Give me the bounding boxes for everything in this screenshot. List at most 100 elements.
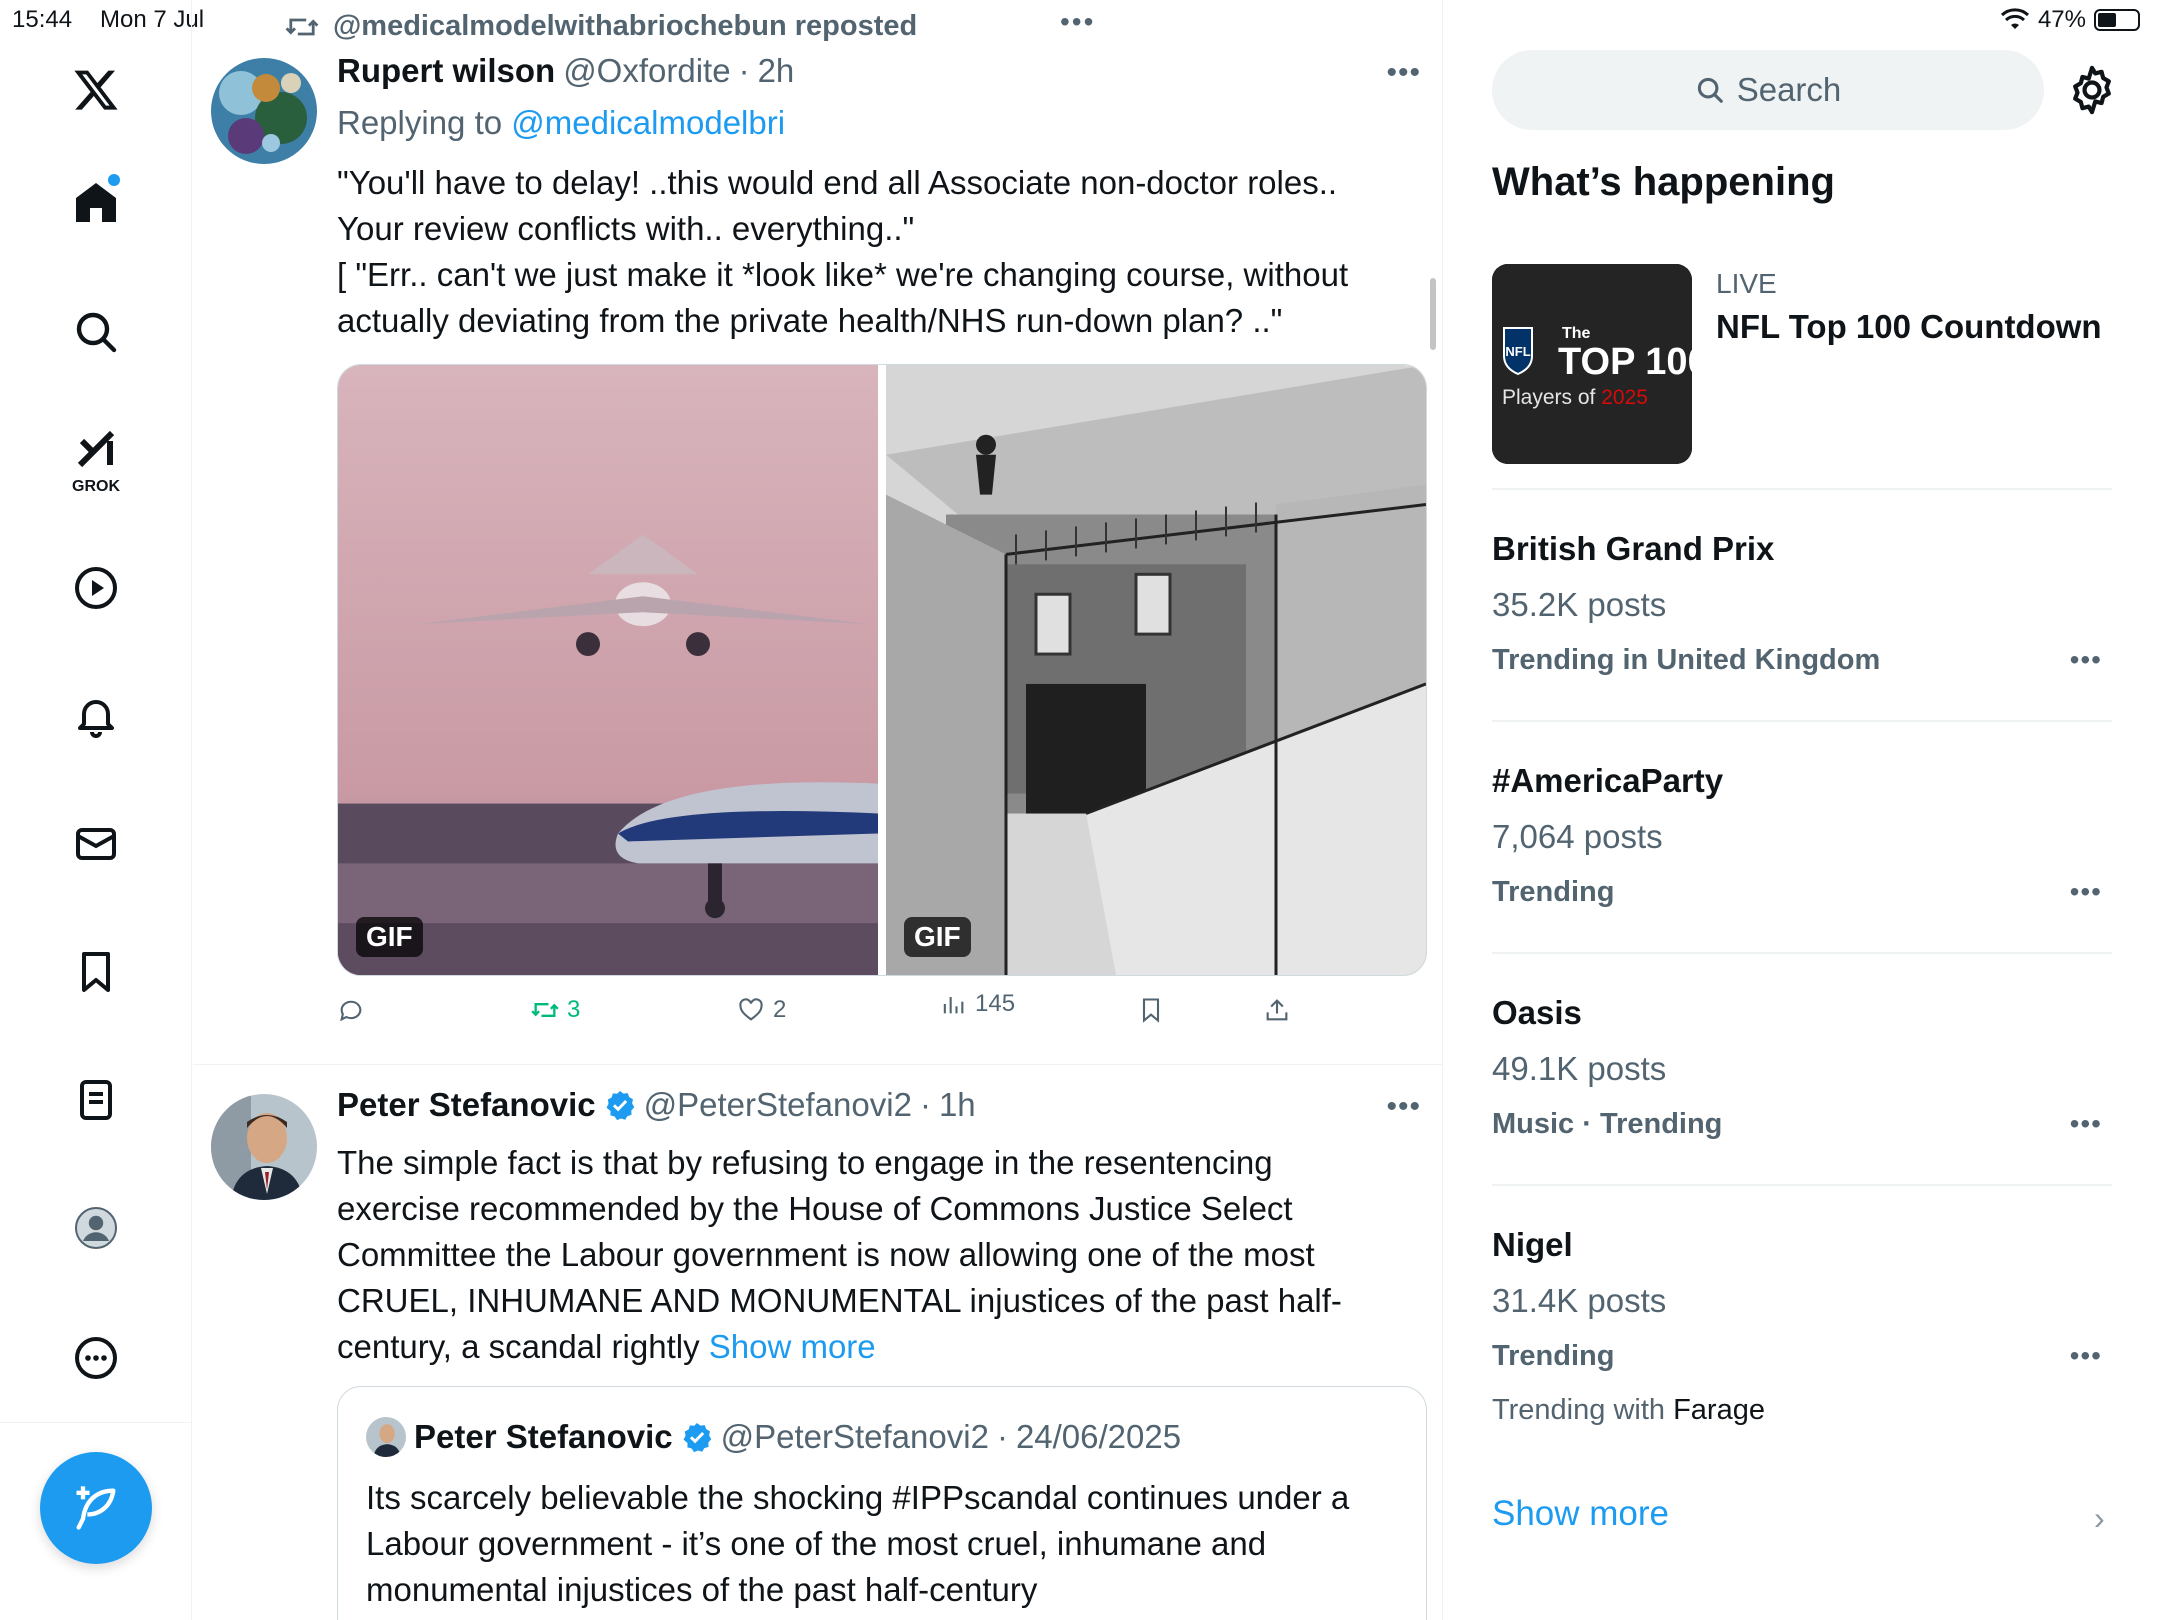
trend-more-icon[interactable]: ••• bbox=[2070, 876, 2102, 908]
right-sidebar: Search What’s happening NFL The TOP 100 … bbox=[1444, 0, 2160, 1620]
quoted-tweet[interactable]: Peter Stefanovic @PeterStefanovi2 · 24/0… bbox=[337, 1386, 1427, 1620]
grok-label: GROK bbox=[72, 478, 120, 495]
tweet-peter-stefanovic[interactable]: Peter Stefanovic @PeterStefanovi2 · 1h •… bbox=[193, 1064, 1442, 1620]
views-button[interactable]: 145 bbox=[939, 990, 1015, 1018]
trend-more-icon[interactable]: ••• bbox=[2070, 1340, 2102, 1372]
tweet-text-line: CRUEL, INHUMANE AND MONUMENTAL injustice… bbox=[337, 1282, 1342, 1319]
trend-context: Music · Trending bbox=[1492, 1108, 1723, 1140]
bookmarks-icon[interactable] bbox=[56, 932, 136, 1012]
search-bar[interactable]: Search bbox=[1492, 50, 2044, 130]
trend-context: Trending in United Kingdom bbox=[1492, 644, 1881, 676]
timeline-feed[interactable]: @medicalmodelwithabriochebun reposted Ru… bbox=[193, 0, 1443, 1620]
bookmark-button[interactable] bbox=[1137, 996, 1165, 1024]
verified-badge-icon bbox=[683, 1423, 711, 1453]
view-count: 145 bbox=[975, 990, 1016, 1017]
tweet-text-line: The simple fact is that by refusing to e… bbox=[337, 1144, 1273, 1181]
quote-text-line: Labour government - it’s one of the most… bbox=[366, 1525, 1267, 1562]
tweet-time[interactable]: 1h bbox=[939, 1086, 976, 1124]
trend-context: Trending bbox=[1492, 1340, 1615, 1372]
repost-button[interactable]: 3 bbox=[531, 996, 580, 1024]
chevron-right-icon[interactable]: › bbox=[2094, 1500, 2105, 1537]
tweet-more-icon[interactable]: ••• bbox=[1386, 56, 1421, 90]
replying-to-handle[interactable]: @medicalmodelbri bbox=[511, 104, 785, 141]
gif-badge: GIF bbox=[356, 917, 423, 957]
lists-icon[interactable] bbox=[56, 1060, 136, 1140]
tweet-header: Rupert wilson @Oxfordite · 2h bbox=[337, 52, 794, 90]
quote-author-name: Peter Stefanovic bbox=[414, 1418, 673, 1455]
tweet-text-line: Your review conflicts with.. everything.… bbox=[337, 210, 915, 247]
heart-icon bbox=[739, 998, 763, 1021]
separator-dot: · bbox=[996, 1418, 1008, 1455]
sidebar-nav: GROK bbox=[0, 0, 192, 1620]
show-more-link[interactable]: Show more bbox=[709, 1328, 876, 1365]
live-tag: LIVE bbox=[1716, 268, 1777, 299]
search-icon bbox=[1697, 77, 1723, 103]
feed-scrollbar[interactable] bbox=[1430, 278, 1436, 350]
explore-search-icon[interactable] bbox=[56, 292, 136, 372]
views-chart-icon bbox=[943, 997, 964, 1014]
trend-context: Trending bbox=[1492, 876, 1615, 908]
tweet-text-line: century, a scandal rightly Show more bbox=[337, 1324, 1397, 1370]
reply-button[interactable] bbox=[337, 996, 365, 1024]
settings-gear-icon[interactable] bbox=[2064, 62, 2120, 118]
home-badge bbox=[108, 174, 120, 186]
author-handle[interactable]: @Oxfordite bbox=[563, 52, 730, 90]
trend-divider bbox=[1492, 1184, 2112, 1186]
tweet-text-tail: century, a scandal rightly bbox=[337, 1328, 700, 1365]
replying-prefix: Replying to bbox=[337, 104, 503, 141]
search-placeholder: Search bbox=[1736, 71, 1842, 108]
gif-badge: GIF bbox=[904, 917, 971, 957]
replying-to: Replying to @medicalmodelbri bbox=[337, 104, 785, 142]
quote-date: 24/06/2025 bbox=[1015, 1418, 1182, 1455]
home-icon[interactable] bbox=[56, 162, 136, 242]
author-name[interactable]: Peter Stefanovic bbox=[337, 1086, 596, 1124]
svg-text:NFL: NFL bbox=[1505, 344, 1530, 359]
avatar[interactable] bbox=[211, 58, 317, 164]
compose-feather-icon bbox=[76, 1486, 116, 1530]
separator-dot: · bbox=[738, 52, 750, 89]
section-title: What’s happening bbox=[1492, 160, 1835, 204]
tweet-rupert-wilson[interactable]: Rupert wilson @Oxfordite · 2h ••• Replyi… bbox=[193, 0, 1442, 1064]
more-options-icon[interactable] bbox=[56, 1318, 136, 1398]
thumb-line-2: TOP 100 bbox=[1558, 341, 1692, 383]
tweet-time[interactable]: 2h bbox=[758, 52, 795, 90]
trend-count: 35.2K posts bbox=[1492, 586, 1667, 623]
tweet-media[interactable]: GIF GIF bbox=[337, 364, 1427, 976]
gif-airplane[interactable]: GIF bbox=[338, 365, 878, 975]
like-count: 2 bbox=[773, 996, 787, 1023]
author-handle[interactable]: @PeterStefanovi2 bbox=[644, 1086, 912, 1124]
trending-with: Trending with Farage bbox=[1492, 1394, 1765, 1427]
avatar[interactable] bbox=[211, 1094, 317, 1200]
quote-header: Peter Stefanovic @PeterStefanovi2 · 24/0… bbox=[366, 1417, 1181, 1457]
profile-avatar-icon[interactable] bbox=[56, 1188, 136, 1268]
tweet-more-icon[interactable]: ••• bbox=[1386, 1090, 1421, 1124]
trend-more-icon[interactable]: ••• bbox=[2070, 644, 2102, 676]
author-name[interactable]: Rupert wilson bbox=[337, 52, 555, 90]
trend-count: 7,064 posts bbox=[1492, 818, 1663, 855]
gif-escher-building[interactable]: GIF bbox=[886, 365, 1426, 975]
trend-more-icon[interactable]: ••• bbox=[2070, 1108, 2102, 1140]
trend-divider bbox=[1492, 952, 2112, 954]
share-button[interactable] bbox=[1263, 996, 1291, 1024]
bookmark-icon bbox=[1142, 998, 1160, 1023]
trend-divider bbox=[1492, 720, 2112, 722]
trend-title: Oasis bbox=[1492, 994, 1582, 1031]
notifications-bell-icon[interactable] bbox=[56, 676, 136, 756]
like-button[interactable]: 2 bbox=[737, 996, 786, 1024]
trending-with-name[interactable]: Farage bbox=[1673, 1394, 1765, 1426]
compose-post-button[interactable] bbox=[40, 1452, 152, 1564]
trend-count: 49.1K posts bbox=[1492, 1050, 1667, 1087]
video-play-icon[interactable] bbox=[56, 548, 136, 628]
x-logo-icon[interactable] bbox=[56, 50, 136, 130]
grok-icon[interactable]: GROK bbox=[56, 418, 136, 498]
live-event-card[interactable]: NFL The TOP 100 Players of 2025 LIVE NFL… bbox=[1492, 264, 2112, 464]
trends-show-more-link[interactable]: Show more bbox=[1492, 1494, 1669, 1534]
messages-envelope-icon[interactable] bbox=[56, 804, 136, 884]
reply-icon bbox=[340, 1000, 362, 1022]
svg-text:Players of 2025: Players of 2025 bbox=[1502, 386, 1648, 409]
repost-icon bbox=[531, 1003, 559, 1017]
quote-author-handle: @PeterStefanovi2 bbox=[720, 1418, 989, 1455]
quote-text-line: Its scarcely believable the shocking #IP… bbox=[366, 1479, 1350, 1516]
quote-text: Its scarcely believable the shocking #IP… bbox=[366, 1475, 1406, 1613]
tweet-text-line: [ "Err.. can't we just make it *look lik… bbox=[337, 256, 1349, 293]
